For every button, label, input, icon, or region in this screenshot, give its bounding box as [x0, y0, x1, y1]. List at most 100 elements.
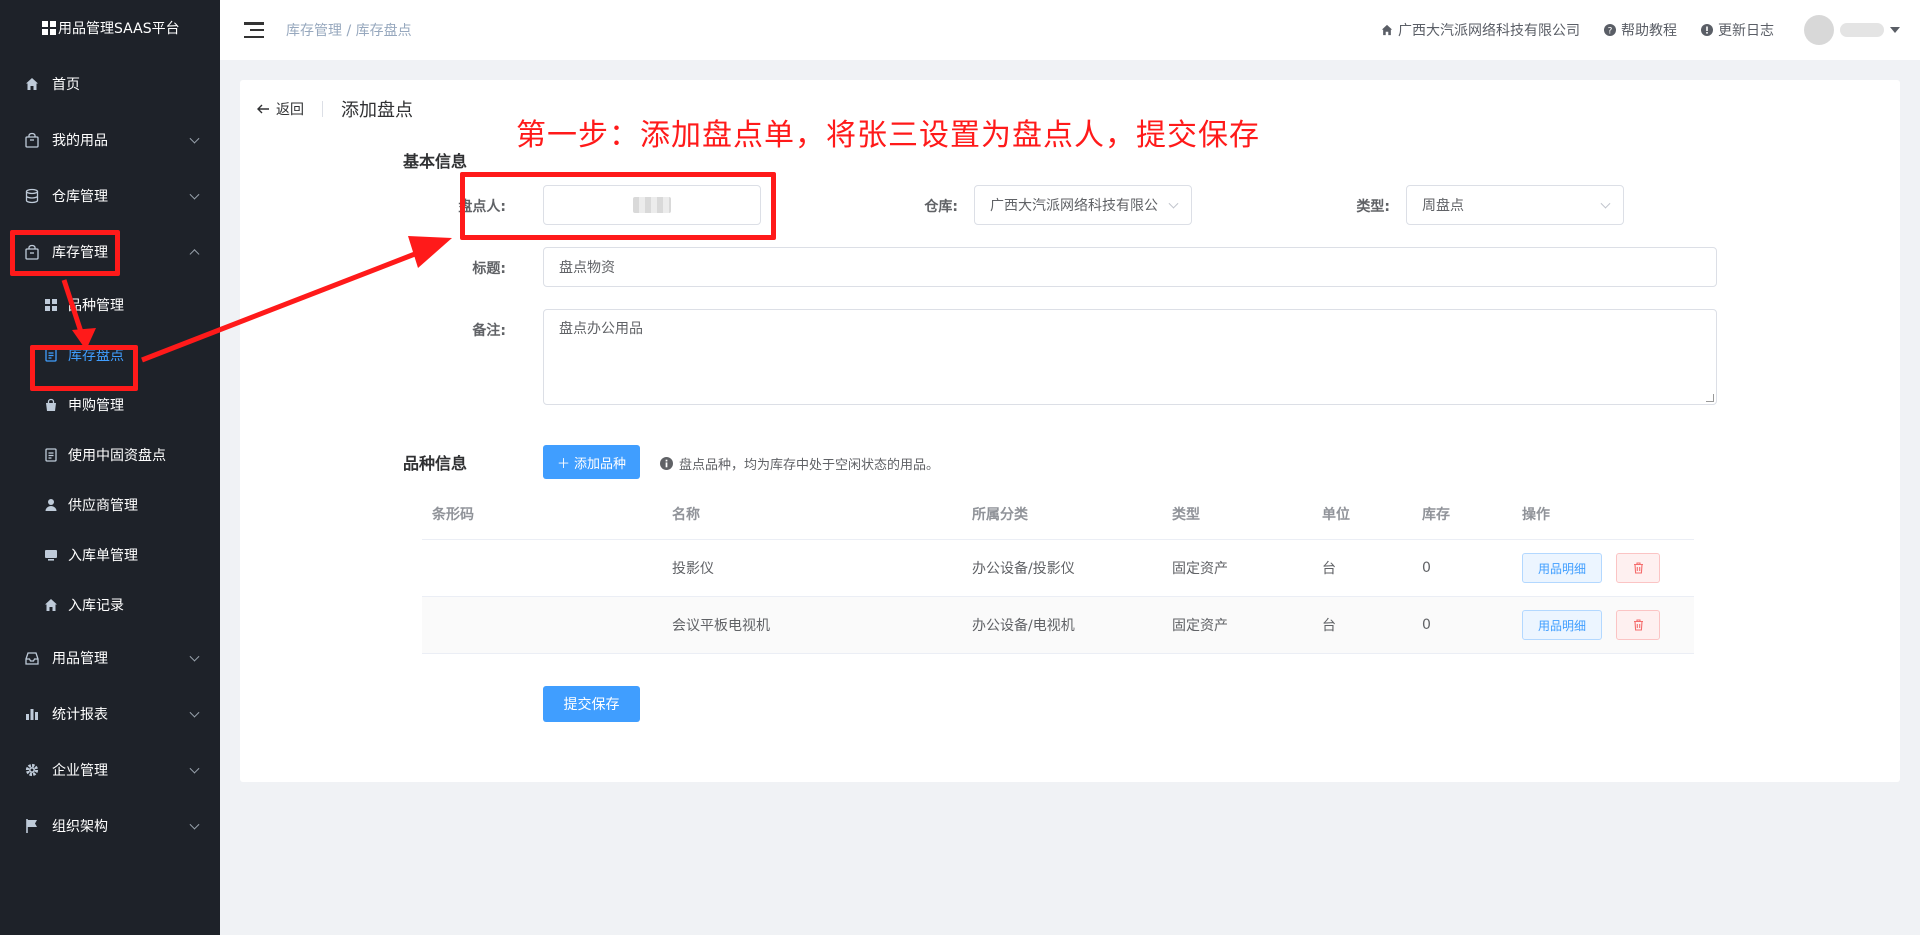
- avatar: [1804, 15, 1834, 45]
- home-icon: [24, 76, 40, 92]
- bag-icon: [24, 132, 40, 148]
- sidebar-item-inbound-record[interactable]: 入库记录: [0, 580, 220, 630]
- user-menu[interactable]: [1804, 15, 1900, 45]
- chevron-down-icon: [1600, 198, 1611, 209]
- chevron-up-icon: [189, 249, 200, 260]
- info-icon: [660, 457, 673, 470]
- back-button[interactable]: 返回: [256, 99, 304, 119]
- item-detail-button[interactable]: 用品明细: [1522, 553, 1602, 583]
- breadcrumb: 库存管理 / 库存盘点: [286, 20, 412, 40]
- annotation-text: 第一步：添加盘点单，将张三设置为盘点人，提交保存: [516, 118, 1260, 153]
- title-value: 盘点物资: [559, 260, 615, 276]
- sidebar-item-inbound-order[interactable]: 入库单管理: [0, 530, 220, 580]
- breadcrumb-separator: /: [346, 23, 352, 39]
- sidebar-item-fixed-asset-check[interactable]: 使用中固资盘点: [0, 430, 220, 480]
- sidebar-item-label: 库存管理: [52, 245, 108, 261]
- variety-hint: 盘点品种，均为库存中处于空闲状态的用品。: [660, 454, 939, 473]
- add-variety-label: 添加品种: [574, 456, 627, 472]
- warehouse-select[interactable]: 广西大汽派网络科技有限公: [974, 185, 1192, 225]
- sidebar-item-variety[interactable]: 品种管理: [0, 280, 220, 330]
- type-value: 周盘点: [1422, 198, 1464, 214]
- col-stock: 库存: [1422, 506, 1450, 523]
- help-link[interactable]: ? 帮助教程: [1604, 20, 1677, 40]
- cell-type: 固定资产: [1172, 618, 1228, 634]
- sidebar-item-label: 组织架构: [52, 819, 108, 835]
- sidebar-item-purchase[interactable]: 申购管理: [0, 380, 220, 430]
- delete-button[interactable]: [1616, 553, 1660, 583]
- breadcrumb-current: 库存盘点: [355, 23, 412, 39]
- remark-value: 盘点办公用品: [559, 321, 643, 337]
- sidebar-item-supplier[interactable]: 供应商管理: [0, 480, 220, 530]
- cell-stock: 0: [1422, 560, 1431, 576]
- back-label: 返回: [276, 102, 304, 118]
- variety-table: 条形码 名称 所属分类 类型 单位 库存 操作 投影仪 办公设备/投影仪 固定资…: [422, 488, 1694, 654]
- document-icon: [44, 448, 58, 462]
- cell-unit: 台: [1322, 618, 1336, 634]
- gear-icon: [24, 762, 40, 778]
- sidebar-item-reports[interactable]: 统计报表: [0, 686, 220, 742]
- plus-icon: ＋: [556, 456, 570, 472]
- table-header: 条形码 名称 所属分类 类型 单位 库存 操作: [422, 488, 1694, 540]
- sidebar-item-warehouse[interactable]: 仓库管理: [0, 168, 220, 224]
- company-name: 广西大汽派网络科技有限公司: [1398, 23, 1580, 39]
- brand-title: 用品管理SAAS平台: [58, 21, 180, 37]
- inbox-icon: [24, 650, 40, 666]
- title-input[interactable]: 盘点物资: [543, 247, 1717, 287]
- delete-button[interactable]: [1616, 610, 1660, 640]
- sidebar-item-label: 库存盘点: [68, 348, 124, 364]
- cell-category: 办公设备/投影仪: [972, 561, 1075, 577]
- sidebar-item-inventory[interactable]: 库存管理: [0, 224, 220, 280]
- sidebar-item-label: 首页: [52, 77, 80, 93]
- add-variety-button[interactable]: ＋ 添加品种: [543, 445, 640, 479]
- sidebar-item-items[interactable]: 用品管理: [0, 630, 220, 686]
- basic-info-title: 基本信息: [403, 152, 468, 171]
- cell-actions: 用品明细: [1522, 597, 1660, 653]
- resize-handle[interactable]: [1706, 394, 1714, 402]
- sidebar-item-label: 统计报表: [52, 707, 108, 723]
- sidebar-item-label: 用品管理: [52, 651, 108, 667]
- chevron-down-icon: [189, 763, 200, 774]
- sidebar-item-home[interactable]: 首页: [0, 56, 220, 112]
- remark-label: 备注:: [472, 323, 506, 339]
- grid-icon: [44, 298, 58, 312]
- table-row: 会议平板电视机 办公设备/电视机 固定资产 台 0 用品明细: [422, 597, 1694, 654]
- type-label: 类型:: [1356, 199, 1390, 215]
- brand[interactable]: 用品管理SAAS平台: [0, 0, 220, 56]
- home-icon: [1381, 24, 1393, 36]
- sidebar-item-my-items[interactable]: 我的用品: [0, 112, 220, 168]
- sidebar-item-label: 使用中固资盘点: [68, 448, 166, 464]
- company-link[interactable]: 广西大汽派网络科技有限公司: [1381, 20, 1580, 40]
- table-row: 投影仪 办公设备/投影仪 固定资产 台 0 用品明细: [422, 540, 1694, 597]
- chevron-down-icon: [189, 189, 200, 200]
- col-name: 名称: [672, 506, 700, 523]
- chevron-down-icon: [189, 819, 200, 830]
- flag-icon: [24, 818, 40, 834]
- document-icon: [44, 348, 58, 362]
- home-icon: [44, 598, 58, 612]
- changelog-label: 更新日志: [1718, 23, 1774, 39]
- remark-textarea[interactable]: 盘点办公用品: [543, 309, 1717, 405]
- changelog-link[interactable]: 更新日志: [1701, 20, 1774, 40]
- col-actions: 操作: [1522, 506, 1550, 523]
- submit-save-button[interactable]: 提交保存: [543, 686, 640, 722]
- cell-name: 投影仪: [672, 561, 714, 577]
- sidebar-item-stocktake[interactable]: 库存盘点: [0, 330, 220, 380]
- question-icon: ?: [1604, 24, 1616, 36]
- type-select[interactable]: 周盘点: [1406, 185, 1624, 225]
- checker-input[interactable]: [543, 185, 761, 225]
- menu-toggle-icon[interactable]: [244, 22, 264, 38]
- item-detail-button[interactable]: 用品明细: [1522, 610, 1602, 640]
- header-actions: 广西大汽派网络科技有限公司 ? 帮助教程 更新日志: [1381, 0, 1900, 60]
- breadcrumb-parent[interactable]: 库存管理: [286, 23, 342, 39]
- inventory-submenu: 品种管理 库存盘点 申购管理 使用中固资盘点 供应商管理 入库单管理 入库记录: [0, 280, 220, 630]
- sidebar-item-enterprise[interactable]: 企业管理: [0, 742, 220, 798]
- sidebar-item-label: 企业管理: [52, 763, 108, 779]
- trash-icon: [1633, 619, 1643, 631]
- sidebar: 用品管理SAAS平台 首页 我的用品 仓库管理 库存管理 品种管理 库存盘点 申…: [0, 0, 220, 935]
- header-divider: [322, 101, 323, 117]
- info-icon: [1701, 24, 1713, 36]
- page-title: 添加盘点: [341, 100, 413, 121]
- sidebar-item-label: 入库记录: [68, 598, 124, 614]
- sidebar-item-organization[interactable]: 组织架构: [0, 798, 220, 854]
- help-label: 帮助教程: [1621, 23, 1677, 39]
